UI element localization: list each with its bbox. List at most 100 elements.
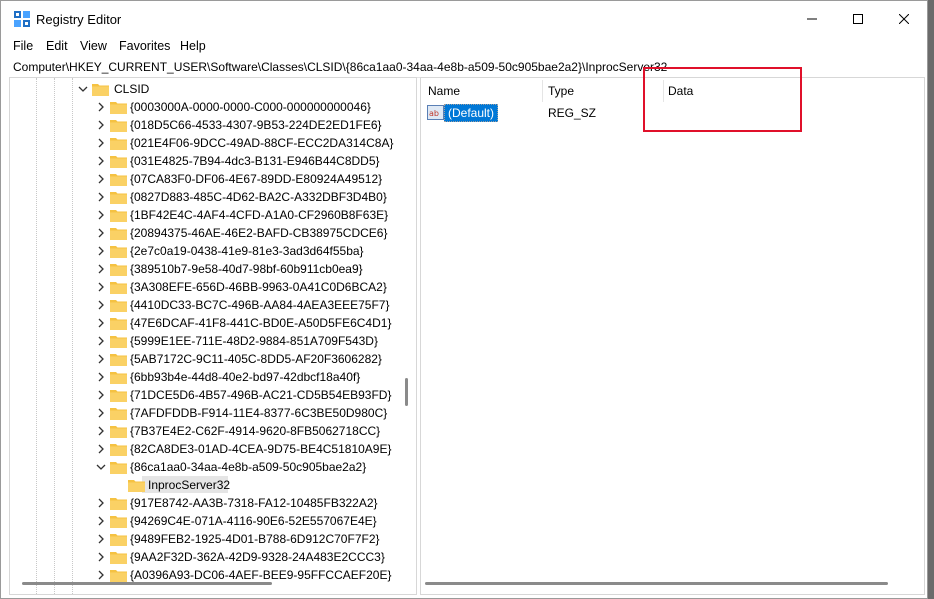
- tree-item-key[interactable]: {71DCE5D6-4B57-496B-AC21-CD5B54EB93FD}: [10, 386, 416, 404]
- address-path: Computer\HKEY_CURRENT_USER\Software\Clas…: [13, 60, 668, 74]
- folder-icon: [110, 444, 127, 456]
- tree-item-label: {021E4F06-9DCC-49AD-88CF-ECC2DA314C8A}: [130, 136, 394, 150]
- chevron-down-icon[interactable]: [78, 83, 88, 95]
- tree-item-key[interactable]: {47E6DCAF-41F8-441C-BD0E-A50D5FE6C4D1}: [10, 314, 416, 332]
- values-horizontal-scrollbar[interactable]: [425, 582, 888, 585]
- chevron-right-icon[interactable]: [96, 317, 106, 329]
- chevron-right-icon[interactable]: [96, 389, 106, 401]
- tree-item-label: {5AB7172C-9C11-405C-8DD5-AF20F3606282}: [130, 352, 382, 366]
- folder-icon: [110, 516, 127, 528]
- chevron-right-icon[interactable]: [96, 137, 106, 149]
- tree-item-key[interactable]: {018D5C66-4533-4307-9B53-224DE2ED1FE6}: [10, 116, 416, 134]
- tree-item-selected[interactable]: InprocServer32: [10, 476, 416, 494]
- chevron-right-icon[interactable]: [96, 353, 106, 365]
- chevron-right-icon[interactable]: [96, 533, 106, 545]
- folder-icon: [110, 192, 127, 204]
- maximize-button[interactable]: [835, 1, 881, 37]
- tree-item-label: {2e7c0a19-0438-41e9-81e3-3ad3d64f55ba}: [130, 244, 364, 258]
- tree-item-key[interactable]: {1BF42E4C-4AF4-4CFD-A1A0-CF2960B8F63E}: [10, 206, 416, 224]
- tree-item-key[interactable]: {7AFDFDDB-F914-11E4-8377-6C3BE50D980C}: [10, 404, 416, 422]
- folder-icon: [110, 102, 127, 114]
- menu-edit[interactable]: Edit: [46, 39, 68, 53]
- menu-help[interactable]: Help: [180, 39, 206, 53]
- minimize-button[interactable]: [789, 1, 835, 37]
- tree-item-key[interactable]: {2e7c0a19-0438-41e9-81e3-3ad3d64f55ba}: [10, 242, 416, 260]
- column-separator[interactable]: [542, 80, 543, 102]
- tree-item-label: {07CA83F0-DF06-4E67-89DD-E80924A49512}: [130, 172, 383, 186]
- chevron-right-icon[interactable]: [96, 119, 106, 131]
- value-name[interactable]: (Default): [444, 104, 499, 122]
- chevron-right-icon[interactable]: [96, 227, 106, 239]
- chevron-right-icon[interactable]: [96, 299, 106, 311]
- values-pane[interactable]: Name Type Data ab (Default) REG_SZ: [420, 77, 925, 595]
- column-header-name[interactable]: Name: [428, 84, 460, 98]
- value-type: REG_SZ: [548, 106, 597, 120]
- tree-item-label: {71DCE5D6-4B57-496B-AC21-CD5B54EB93FD}: [130, 388, 392, 402]
- tree-item-key[interactable]: {3A308EFE-656D-46BB-9963-0A41C0D6BCA2}: [10, 278, 416, 296]
- chevron-right-icon[interactable]: [96, 101, 106, 113]
- key-tree-pane[interactable]: CLSID {0003000A-0000-0000-C000-000000000…: [9, 77, 417, 595]
- chevron-right-icon[interactable]: [96, 515, 106, 527]
- tree-item-key[interactable]: {82CA8DE3-01AD-4CEA-9D75-BE4C51810A9E}: [10, 440, 416, 458]
- registry-icon: [14, 11, 30, 27]
- tree-vertical-scrollbar[interactable]: [405, 378, 408, 406]
- chevron-right-icon[interactable]: [96, 155, 106, 167]
- tree-item-key[interactable]: {7B37E4E2-C62F-4914-9620-8FB5062718CC}: [10, 422, 416, 440]
- maximize-icon: [853, 14, 863, 24]
- tree-item-key[interactable]: {6bb93b4e-44d8-40e2-bd97-42dbcf18a40f}: [10, 368, 416, 386]
- menu-view[interactable]: View: [80, 39, 107, 53]
- chevron-right-icon[interactable]: [96, 263, 106, 275]
- chevron-down-icon[interactable]: [96, 461, 106, 473]
- tree-item-key[interactable]: {5AB7172C-9C11-405C-8DD5-AF20F3606282}: [10, 350, 416, 368]
- chevron-right-icon[interactable]: [96, 191, 106, 203]
- tree-item-key[interactable]: {9AA2F32D-362A-42D9-9328-24A483E2CCC3}: [10, 548, 416, 566]
- chevron-right-icon[interactable]: [96, 407, 106, 419]
- folder-icon: [110, 354, 127, 366]
- folder-icon: [110, 174, 127, 186]
- title-bar[interactable]: Registry Editor: [1, 1, 927, 37]
- folder-icon: [110, 336, 127, 348]
- chevron-right-icon[interactable]: [96, 209, 106, 221]
- chevron-right-icon[interactable]: [96, 335, 106, 347]
- folder-icon: [110, 300, 127, 312]
- folder-icon: [110, 426, 127, 438]
- tree-item-label: InprocServer32: [148, 478, 231, 492]
- tree-item-key[interactable]: {4410DC33-BC7C-496B-AA84-4AEA3EEE75F7}: [10, 296, 416, 314]
- tree-item-key[interactable]: {94269C4E-071A-4116-90E6-52E557067E4E}: [10, 512, 416, 530]
- close-button[interactable]: [881, 1, 927, 37]
- tree-item-key[interactable]: {0827D883-485C-4D62-BA2C-A332DBF3D4B0}: [10, 188, 416, 206]
- tree-item-key[interactable]: {031E4825-7B94-4dc3-B131-E946B44C8DD5}: [10, 152, 416, 170]
- tree-item-label: {0003000A-0000-0000-C000-000000000046}: [130, 100, 371, 114]
- chevron-right-icon[interactable]: [96, 173, 106, 185]
- tree-item-key[interactable]: {389510b7-9e58-40d7-98bf-60b911cb0ea9}: [10, 260, 416, 278]
- chevron-right-icon[interactable]: [96, 245, 106, 257]
- folder-icon: [110, 138, 127, 150]
- tree-item-key[interactable]: {20894375-46AE-46E2-BAFD-CB38975CDCE6}: [10, 224, 416, 242]
- tree-item-label: {6bb93b4e-44d8-40e2-bd97-42dbcf18a40f}: [130, 370, 361, 384]
- menu-file[interactable]: File: [13, 39, 33, 53]
- folder-icon: [128, 480, 145, 492]
- tree-item-clsid[interactable]: CLSID: [10, 80, 416, 98]
- tree-item-key[interactable]: {9489FEB2-1925-4D01-B788-6D912C70F7F2}: [10, 530, 416, 548]
- tree-item-key[interactable]: {0003000A-0000-0000-C000-000000000046}: [10, 98, 416, 116]
- tree-item-key[interactable]: {021E4F06-9DCC-49AD-88CF-ECC2DA314C8A}: [10, 134, 416, 152]
- tree-item-key[interactable]: {917E8742-AA3B-7318-FA12-10485FB322A2}: [10, 494, 416, 512]
- chevron-right-icon[interactable]: [96, 497, 106, 509]
- chevron-right-icon[interactable]: [96, 425, 106, 437]
- tree-item-key[interactable]: {07CA83F0-DF06-4E67-89DD-E80924A49512}: [10, 170, 416, 188]
- chevron-right-icon[interactable]: [96, 371, 106, 383]
- tree-item-key[interactable]: {5999E1EE-711E-48D2-9884-851A709F543D}: [10, 332, 416, 350]
- menu-favorites[interactable]: Favorites: [119, 39, 170, 53]
- tree-horizontal-scrollbar[interactable]: [22, 582, 272, 585]
- tree-item-label: {4410DC33-BC7C-496B-AA84-4AEA3EEE75F7}: [130, 298, 390, 312]
- chevron-right-icon[interactable]: [96, 443, 106, 455]
- annotation-highlight-box: [643, 67, 802, 132]
- chevron-right-icon[interactable]: [96, 569, 106, 581]
- tree-item-label: {389510b7-9e58-40d7-98bf-60b911cb0ea9}: [130, 262, 363, 276]
- chevron-right-icon[interactable]: [96, 281, 106, 293]
- tree-item-label: {1BF42E4C-4AF4-4CFD-A1A0-CF2960B8F63E}: [130, 208, 389, 222]
- column-header-type[interactable]: Type: [548, 84, 574, 98]
- tree-item-key[interactable]: {86ca1aa0-34aa-4e8b-a509-50c905bae2a2}: [10, 458, 416, 476]
- folder-icon: [110, 228, 127, 240]
- chevron-right-icon[interactable]: [96, 551, 106, 563]
